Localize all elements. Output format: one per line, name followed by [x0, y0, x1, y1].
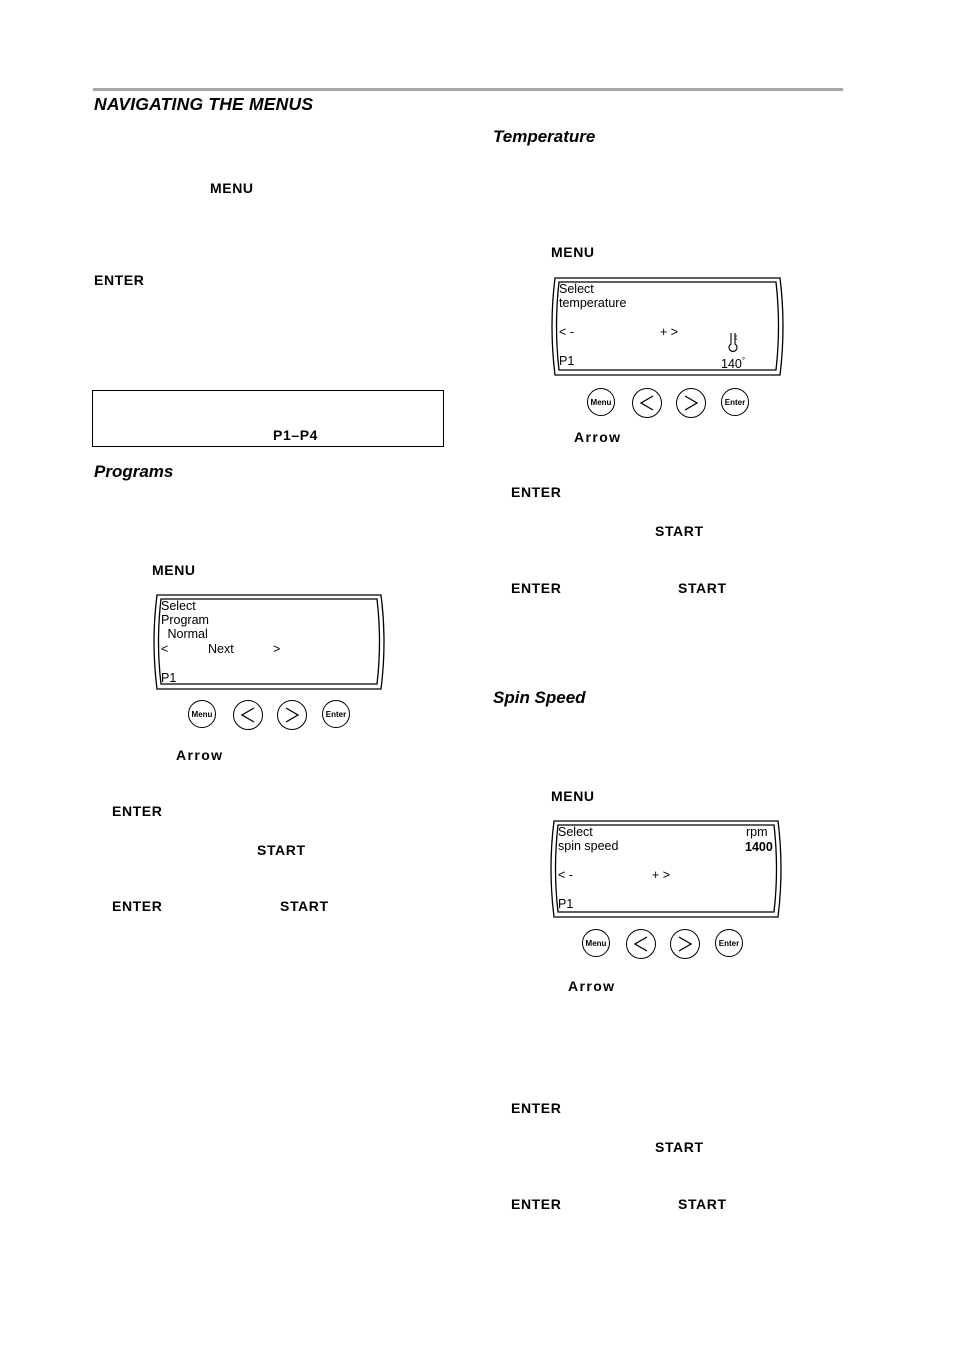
programs-enter-keyword-1: ENTER [112, 803, 163, 819]
display-minus: < - [558, 868, 573, 882]
left-arrow-button[interactable] [233, 700, 263, 730]
right-arrow-button[interactable] [277, 700, 307, 730]
note-box-text: P1–P4 [273, 427, 319, 443]
programs-heading: Programs [94, 462, 174, 481]
spin-speed-display: Select spin speed rpm 1400 < - + > P1 [548, 819, 784, 919]
degree-unit: ° [741, 356, 746, 365]
spin-speed-start-keyword-2: START [678, 1196, 727, 1212]
left-arrow-icon [639, 395, 654, 411]
display-program-slot: P1 [558, 897, 574, 911]
display-plus: + > [660, 325, 679, 339]
programs-start-keyword-2: START [280, 898, 329, 914]
display-temperature-value: 140° [721, 356, 746, 372]
thermometer-icon [728, 333, 738, 352]
note-box: P1–P4 [92, 390, 444, 447]
left-arrow-icon [633, 936, 648, 952]
display-nav-next: Next [208, 642, 234, 656]
menu-keyword: MENU [210, 180, 254, 196]
enter-button[interactable]: Enter [721, 388, 749, 416]
display-line-program: Program [161, 613, 209, 627]
display-line-select: Select [558, 825, 593, 839]
temperature-enter-keyword-1: ENTER [511, 484, 562, 500]
display-line-select: Select [161, 599, 196, 613]
programs-arrow-keyword: Arrow [176, 747, 224, 763]
display-program-slot: P1 [161, 671, 177, 685]
spin-speed-start-keyword-1: START [655, 1139, 704, 1155]
enter-keyword: ENTER [94, 272, 145, 288]
menu-button[interactable]: Menu [587, 388, 615, 416]
spin-speed-enter-keyword-1: ENTER [511, 1100, 562, 1116]
display-program-slot: P1 [559, 354, 575, 368]
display-rpm-unit: rpm [746, 825, 768, 839]
enter-button[interactable]: Enter [715, 929, 743, 957]
temperature-start-keyword-1: START [655, 523, 704, 539]
enter-button[interactable]: Enter [322, 700, 350, 728]
menu-button[interactable]: Menu [188, 700, 216, 728]
programs-menu-keyword: MENU [152, 562, 196, 578]
display-nav-left: < [161, 642, 169, 656]
left-arrow-button[interactable] [632, 388, 662, 418]
header-rule [93, 88, 843, 91]
display-line-select: Select [559, 282, 594, 296]
left-arrow-button[interactable] [626, 929, 656, 959]
display-plus: + > [652, 868, 671, 882]
display-line-program-name: Normal [164, 627, 208, 641]
temperature-start-keyword-2: START [678, 580, 727, 596]
right-arrow-button[interactable] [676, 388, 706, 418]
right-arrow-icon [285, 707, 300, 723]
spin-speed-enter-keyword-2: ENTER [511, 1196, 562, 1212]
display-line-spin-speed: spin speed [558, 839, 619, 853]
temperature-heading: Temperature [493, 127, 596, 146]
spin-speed-arrow-keyword: Arrow [568, 978, 616, 994]
programs-enter-keyword-2: ENTER [112, 898, 163, 914]
right-arrow-icon [678, 936, 693, 952]
display-nav-right: > [273, 642, 281, 656]
spin-speed-heading: Spin Speed [493, 688, 586, 707]
display-rpm-value: 1400 [745, 840, 773, 854]
page-title: NAVIGATING THE MENUS [94, 94, 314, 114]
left-arrow-icon [240, 707, 255, 723]
display-line-temperature: temperature [559, 296, 627, 310]
temperature-display: Select temperature < - + > 140° P1 [549, 276, 786, 377]
right-arrow-icon [684, 395, 699, 411]
programs-start-keyword-1: START [257, 842, 306, 858]
spin-speed-menu-keyword: MENU [551, 788, 595, 804]
temperature-arrow-keyword: Arrow [574, 429, 622, 445]
programs-display: Select Program Normal < Next > P1 [151, 593, 387, 691]
right-arrow-button[interactable] [670, 929, 700, 959]
menu-button[interactable]: Menu [582, 929, 610, 957]
display-minus: < - [559, 325, 574, 339]
temperature-enter-keyword-2: ENTER [511, 580, 562, 596]
temperature-menu-keyword: MENU [551, 244, 595, 260]
